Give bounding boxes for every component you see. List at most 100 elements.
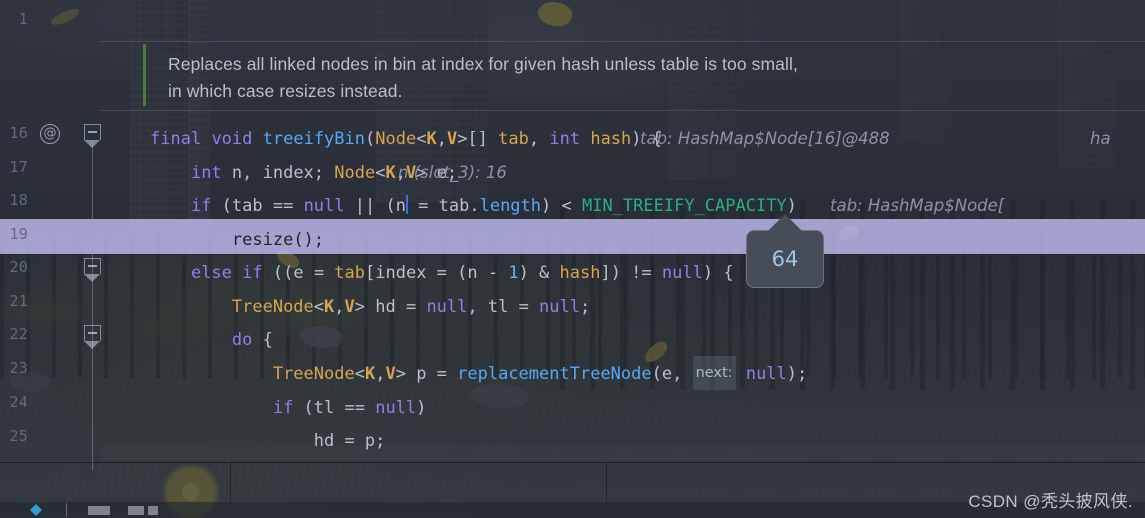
code-line[interactable]: else if ((e = tab[index = (n - 1) & hash…: [100, 253, 1145, 287]
code-text-area[interactable]: final void treeifyBin(Node<K,V>[] tab, i…: [100, 0, 1145, 462]
code-token: Node: [334, 163, 376, 183]
code-line-text: final void treeifyBin(Node<K,V>[] tab, i…: [150, 122, 662, 156]
code-token: hash: [559, 263, 601, 283]
line-number: 18: [9, 191, 28, 209]
line-number: 21: [9, 292, 28, 310]
taskbar-item[interactable]: [128, 506, 144, 515]
inline-debugger-hint[interactable]: tab: HashMap$Node[16]@488: [640, 122, 890, 156]
fold-collapse-icon[interactable]: [84, 325, 101, 349]
code-token: else: [190, 263, 232, 283]
code-token: K: [324, 297, 335, 317]
code-token: if: [272, 398, 294, 418]
code-token: Node: [375, 129, 417, 149]
code-line-text: do {: [150, 323, 273, 357]
code-line-text: TreeNode<K,V> p = replacementTreeNode(e,…: [150, 356, 808, 392]
taskbar-item[interactable]: [88, 506, 110, 515]
tool-panel-separator: [230, 462, 231, 502]
code-editor[interactable]: 1 16 17 18 19 20 21 22 23 24 25 @ Replaces all lin…: [0, 0, 1145, 518]
code-token: K: [385, 163, 396, 183]
code-token: K: [364, 364, 376, 384]
line-number: 20: [9, 258, 28, 276]
code-token: ,: [436, 129, 447, 149]
editor-gutter[interactable]: 1 16 17 18 19 20 21 22 23 24 25 @: [0, 0, 101, 470]
watermark: CSDN @秃头披风侠.: [968, 492, 1133, 511]
code-fold-line: [92, 140, 93, 470]
code-token: tab: [334, 263, 366, 283]
code-token: 1: [508, 263, 519, 283]
line-number: 16: [9, 124, 28, 142]
code-token: int: [190, 163, 222, 183]
taskbar-item[interactable]: [148, 506, 158, 515]
code-token: if: [190, 196, 212, 216]
code-token: V: [446, 129, 458, 149]
code-token: [index = (n -: [365, 263, 509, 283]
code-token: = tab.: [407, 196, 480, 216]
code-line[interactable]: if (tab == null || (n = tab.length) < MI…: [100, 186, 1145, 220]
horizontal-scrollbar-track[interactable]: [100, 446, 1145, 460]
line-number: 23: [9, 359, 28, 377]
code-token: null: [375, 398, 417, 418]
annotation-icon[interactable]: @: [40, 124, 60, 144]
debugger-value-tooltip[interactable]: 64: [746, 214, 824, 288]
inline-debugger-hint[interactable]: n (slot_3): 16: [398, 156, 507, 190]
code-line[interactable]: TreeNode<K,V> hd = null, tl = null;: [100, 287, 1145, 321]
line-number: 19: [9, 225, 28, 243]
line-number: 22: [9, 325, 28, 343]
ide-editor-window: 1 16 17 18 19 20 21 22 23 24 25 @ Replaces all lin…: [0, 0, 1145, 518]
code-line[interactable]: do {: [100, 320, 1145, 354]
code-line[interactable]: final void treeifyBin(Node<K,V>[] tab, i…: [100, 119, 1145, 153]
code-token: <: [375, 163, 386, 183]
code-line[interactable]: int n, index; Node<K,V> e; n (slot_3): 16: [100, 153, 1145, 187]
code-token: ,: [375, 364, 386, 384]
code-token: length: [479, 196, 542, 216]
code-token: );: [786, 364, 808, 384]
code-line-text: if (tab == null || (n = tab.length) < MI…: [150, 189, 797, 223]
code-token: TreeNode: [272, 364, 355, 384]
code-line[interactable]: resize();: [100, 220, 1145, 254]
code-line-text: TreeNode<K,V> hd = null, tl = null;: [150, 290, 590, 324]
fold-collapse-icon[interactable]: [84, 258, 101, 282]
line-number: 1: [18, 10, 28, 28]
code-token: (e,: [651, 364, 693, 384]
code-token: , tl =: [467, 297, 540, 317]
inline-debugger-hint[interactable]: tab: HashMap$Node[: [830, 189, 1004, 223]
code-token: || (n: [344, 196, 406, 216]
code-token: null: [661, 263, 703, 283]
code-token: ) <: [541, 196, 582, 216]
code-line[interactable]: if (tl == null): [100, 388, 1145, 422]
code-token: V: [344, 297, 355, 317]
tool-panel-divider: [0, 462, 1145, 463]
code-token: hash: [590, 129, 632, 149]
line-number: 25: [9, 427, 28, 445]
code-token: do: [231, 330, 253, 350]
code-token: TreeNode: [231, 297, 314, 317]
code-token: if: [242, 263, 263, 283]
code-token: int: [549, 129, 581, 149]
fold-collapse-icon[interactable]: [84, 124, 101, 148]
code-token: MIN_TREEIFY_CAPACITY: [581, 196, 787, 216]
code-line[interactable]: TreeNode<K,V> p = replacementTreeNode(e,…: [100, 354, 1145, 390]
code-token: ();: [293, 230, 325, 250]
code-token: ((e =: [262, 263, 335, 283]
code-token: > hd =: [354, 297, 427, 317]
code-token: K: [426, 129, 437, 149]
inline-debugger-hint[interactable]: ha: [1090, 122, 1111, 156]
code-token: null: [303, 196, 345, 216]
code-token: final: [150, 129, 202, 149]
code-token: n, index;: [221, 163, 335, 183]
tooltip-value: 64: [771, 247, 799, 271]
code-line-text: else if ((e = tab[index = (n - 1) & hash…: [150, 256, 734, 290]
line-number: 24: [9, 393, 28, 411]
code-token: {: [252, 330, 273, 350]
code-token: null: [426, 297, 468, 317]
